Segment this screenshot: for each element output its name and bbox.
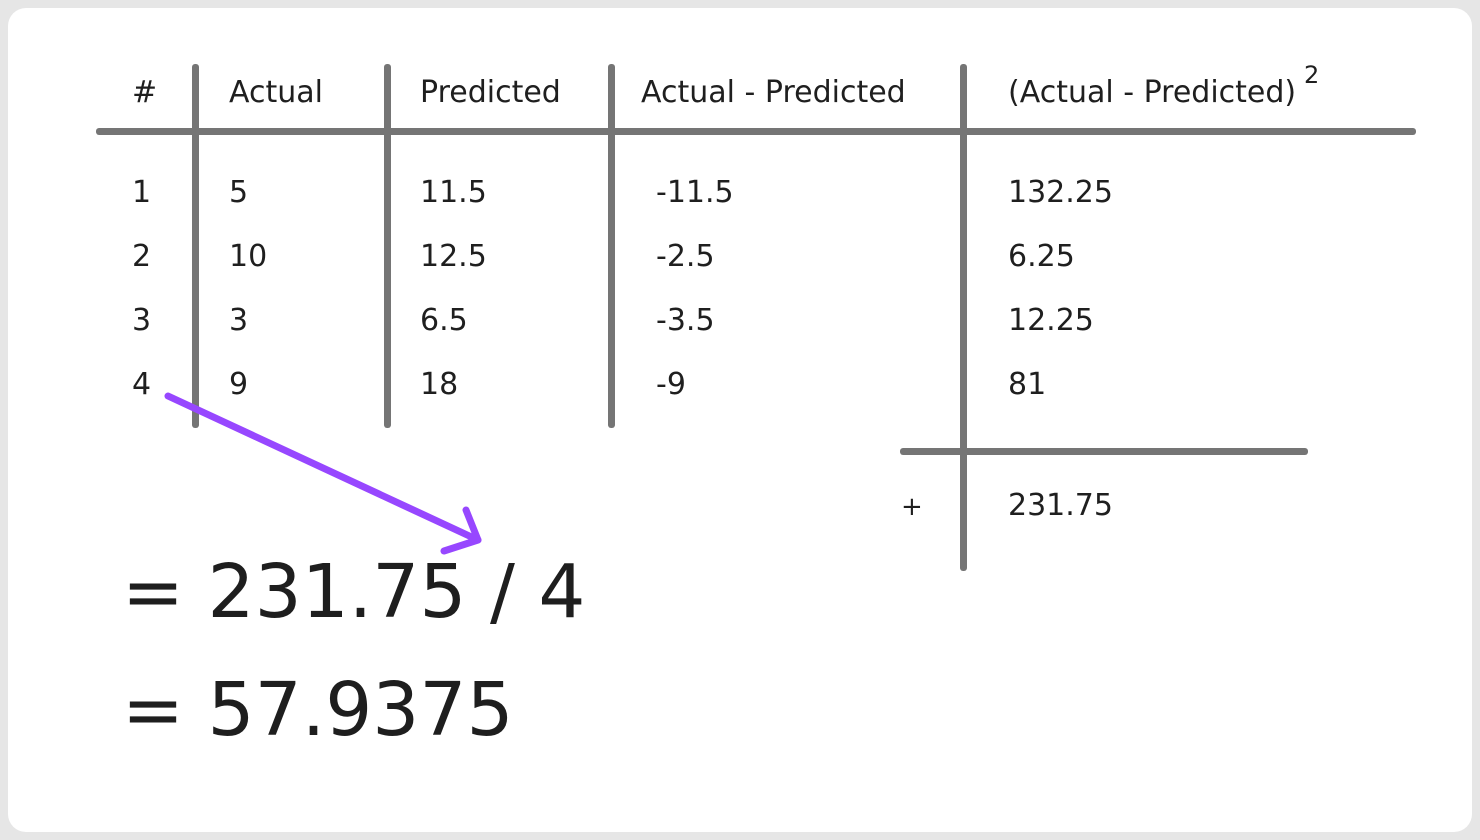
header-squared-exponent: 2 (1304, 61, 1320, 89)
column-divider-1 (192, 64, 199, 428)
row-2-predicted: 12.5 (420, 239, 487, 274)
row-1-actual: 5 (229, 175, 249, 210)
row-1-squared: 132.25 (1008, 175, 1113, 210)
row-4-actual: 9 (229, 367, 249, 402)
equation-division: = 231.75 / 4 (122, 549, 586, 635)
row-3-difference: -3.5 (656, 303, 715, 338)
row-2-squared: 6.25 (1008, 239, 1075, 274)
row-3-squared: 12.25 (1008, 303, 1094, 338)
row-3-predicted: 6.5 (420, 303, 468, 338)
row-4-index: 4 (132, 367, 152, 402)
sum-plus-sign: + (901, 492, 923, 522)
header-divider (96, 128, 1416, 135)
column-divider-2 (384, 64, 391, 428)
row-1-difference: -11.5 (656, 175, 734, 210)
column-divider-4 (960, 64, 967, 571)
sum-divider (900, 448, 1308, 455)
row-3-actual: 3 (229, 303, 249, 338)
row-4-difference: -9 (656, 367, 686, 402)
equation-result: = 57.9375 (122, 667, 514, 753)
sum-value: 231.75 (1008, 488, 1113, 523)
header-index: # (132, 75, 158, 110)
row-2-actual: 10 (229, 239, 268, 274)
header-actual: Actual (229, 75, 323, 110)
row-2-index: 2 (132, 239, 152, 274)
header-squared: (Actual - Predicted) (1008, 75, 1297, 110)
row-4-predicted: 18 (420, 367, 459, 402)
row-4-squared: 81 (1008, 367, 1047, 402)
row-2-difference: -2.5 (656, 239, 715, 274)
column-divider-3 (608, 64, 615, 428)
row-3-index: 3 (132, 303, 152, 338)
row-1-index: 1 (132, 175, 152, 210)
row-1-predicted: 11.5 (420, 175, 487, 210)
header-predicted: Predicted (420, 75, 561, 110)
header-difference: Actual - Predicted (641, 75, 906, 110)
